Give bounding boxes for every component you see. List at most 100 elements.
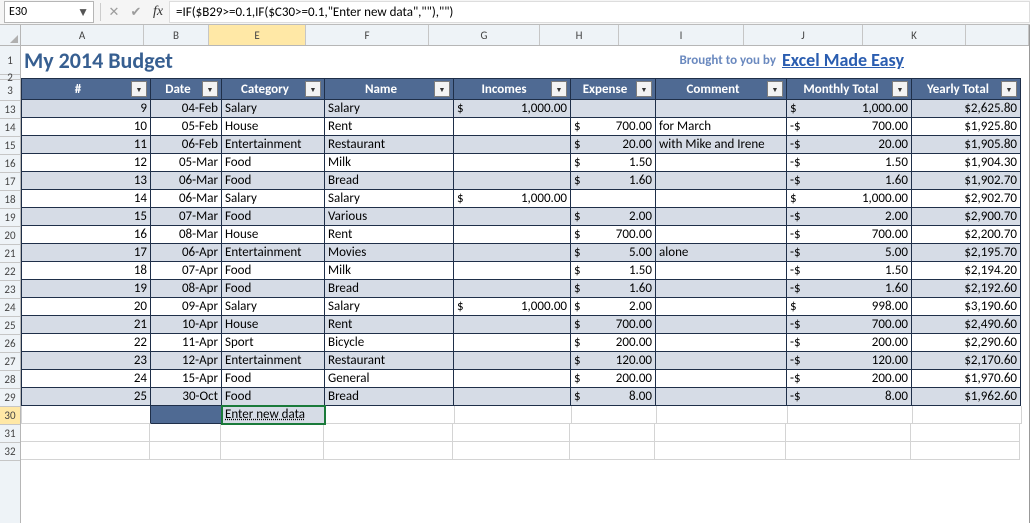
cell-monthly-total[interactable]: $1.60 [787, 172, 912, 190]
table-header-date[interactable]: Date▼ [151, 78, 222, 100]
row-header-29[interactable]: 29 [0, 389, 20, 407]
cell-income[interactable] [454, 136, 571, 154]
cell-expense[interactable]: $700.00 [571, 226, 656, 244]
cell-date[interactable]: 08-Apr [151, 280, 222, 298]
cell-yearly-total[interactable]: $1,970.60 [912, 370, 1021, 388]
filter-button[interactable]: ▼ [202, 81, 218, 97]
cell-monthly-total[interactable]: $8.00 [787, 388, 912, 406]
cell-expense[interactable]: $1.60 [571, 280, 656, 298]
table-row[interactable]: 1608-MarHouseRent$700.00$700.00$2,200.70 [21, 226, 1029, 244]
empty-cell[interactable] [324, 424, 453, 442]
table-header-#[interactable]: #▼ [21, 78, 151, 100]
cell-income[interactable] [454, 244, 571, 262]
cell-number[interactable]: 23 [21, 352, 151, 370]
empty-row[interactable] [21, 442, 1029, 460]
cell-empty[interactable] [788, 406, 913, 424]
cell-income[interactable] [454, 334, 571, 352]
table-row[interactable]: 2415-AprFoodGeneral$200.00$200.00$1,970.… [21, 370, 1029, 388]
filter-button[interactable]: ▼ [131, 81, 147, 97]
cell-expense[interactable]: $200.00 [571, 334, 656, 352]
table-row[interactable]: 1706-AprEntertainmentMovies$5.00alone$5.… [21, 244, 1029, 262]
table-row-new[interactable]: Enter new data [21, 406, 1029, 424]
cell-comment[interactable] [656, 334, 787, 352]
empty-cell[interactable] [150, 442, 221, 460]
cell-category[interactable]: Food [222, 370, 325, 388]
cell-yearly-total[interactable]: $2,200.70 [912, 226, 1021, 244]
filter-button[interactable]: ▼ [892, 81, 908, 97]
fx-icon[interactable]: fx [147, 1, 169, 23]
cell-title[interactable]: My 2014 Budget [21, 46, 149, 74]
cell-category[interactable]: Entertainment [222, 244, 325, 262]
cell-monthly-total[interactable]: $998.00 [787, 298, 912, 316]
cell-category[interactable]: Food [222, 388, 325, 406]
column-header-G[interactable]: G [429, 25, 540, 45]
table-row[interactable]: 1106-FebEntertainmentRestaurant$20.00wit… [21, 136, 1029, 154]
cancel-formula-icon[interactable]: ✕ [103, 1, 125, 23]
table-row[interactable]: 1807-AprFoodMilk$1.50$1.50$2,194.20 [21, 262, 1029, 280]
cell-number[interactable]: 12 [21, 154, 151, 172]
row-header-21[interactable]: 21 [0, 245, 20, 263]
cell-expense[interactable]: $2.00 [571, 208, 656, 226]
row-header-22[interactable]: 22 [0, 263, 20, 281]
cell-expense[interactable]: $2.00 [571, 298, 656, 316]
cell-comment[interactable] [656, 100, 787, 118]
cell-name[interactable]: Restaurant [325, 136, 454, 154]
cell-monthly-total[interactable]: $700.00 [787, 316, 912, 334]
cell-expense[interactable] [571, 190, 656, 208]
cell-income[interactable] [454, 388, 571, 406]
cell-date[interactable]: 12-Apr [151, 352, 222, 370]
cell-monthly-total[interactable]: $700.00 [787, 118, 912, 136]
cell-monthly-total[interactable]: $20.00 [787, 136, 912, 154]
filter-button[interactable]: ▼ [551, 81, 567, 97]
cell-income[interactable] [454, 370, 571, 388]
cell-income[interactable] [454, 208, 571, 226]
cell-yearly-total[interactable]: $1,925.80 [912, 118, 1021, 136]
column-header-E[interactable]: E [209, 25, 306, 45]
cell-date[interactable]: 15-Apr [151, 370, 222, 388]
cell-name[interactable]: General [325, 370, 454, 388]
empty-cell[interactable] [453, 424, 570, 442]
cell-income[interactable] [454, 280, 571, 298]
table-header-category[interactable]: Category▼ [222, 78, 325, 100]
cell-monthly-total[interactable]: $1.50 [787, 262, 912, 280]
cell-yearly-total[interactable]: $2,194.20 [912, 262, 1021, 280]
table-header-monthly-total[interactable]: Monthly Total▼ [787, 78, 912, 100]
row-header-18[interactable]: 18 [0, 191, 20, 209]
row-header-26[interactable]: 26 [0, 335, 20, 353]
cell-number[interactable]: 25 [21, 388, 151, 406]
row-header-19[interactable]: 19 [0, 209, 20, 227]
accept-formula-icon[interactable]: ✔ [125, 1, 147, 23]
cell-yearly-total[interactable]: $3,190.60 [912, 298, 1021, 316]
cell-comment[interactable] [656, 352, 787, 370]
table-header-incomes[interactable]: Incomes▼ [454, 78, 571, 100]
cell-expense[interactable]: $5.00 [571, 244, 656, 262]
table-row[interactable]: 1306-MarFoodBread$1.60$1.60$1,902.70 [21, 172, 1029, 190]
cell-number[interactable]: 19 [21, 280, 151, 298]
cell-date[interactable]: 06-Apr [151, 244, 222, 262]
cell-category[interactable]: Salary [222, 190, 325, 208]
cell-comment[interactable] [656, 298, 787, 316]
row-header-17[interactable]: 17 [0, 173, 20, 191]
cell-number[interactable]: 21 [21, 316, 151, 334]
brand-cell[interactable]: Excel Made Easy [779, 46, 903, 74]
cell-date[interactable]: 05-Mar [151, 154, 222, 172]
cell-income[interactable] [454, 316, 571, 334]
cell-number[interactable] [21, 406, 151, 424]
cell-yearly-total[interactable]: $2,625.80 [912, 100, 1021, 118]
cell-yearly-total[interactable]: $2,290.60 [912, 334, 1021, 352]
cell-category[interactable]: Food [222, 172, 325, 190]
cell-number[interactable]: 20 [21, 298, 151, 316]
cell-name[interactable]: Salary [325, 190, 454, 208]
column-header-B[interactable]: B [144, 25, 209, 45]
cell-yearly-total[interactable]: $2,900.70 [912, 208, 1021, 226]
cell-date[interactable]: 08-Mar [151, 226, 222, 244]
cell-monthly-total[interactable]: $1.50 [787, 154, 912, 172]
cell-date[interactable]: 09-Apr [151, 298, 222, 316]
row-header-16[interactable]: 16 [0, 155, 20, 173]
cell-name[interactable]: Salary [325, 100, 454, 118]
cell-date[interactable]: 30-Oct [151, 388, 222, 406]
cell-expense[interactable]: $1.50 [571, 154, 656, 172]
table-row[interactable]: 2211-AprSportBicycle$200.00$200.00$2,290… [21, 334, 1029, 352]
column-header-J[interactable]: J [744, 25, 863, 45]
cell-expense[interactable]: $200.00 [571, 370, 656, 388]
